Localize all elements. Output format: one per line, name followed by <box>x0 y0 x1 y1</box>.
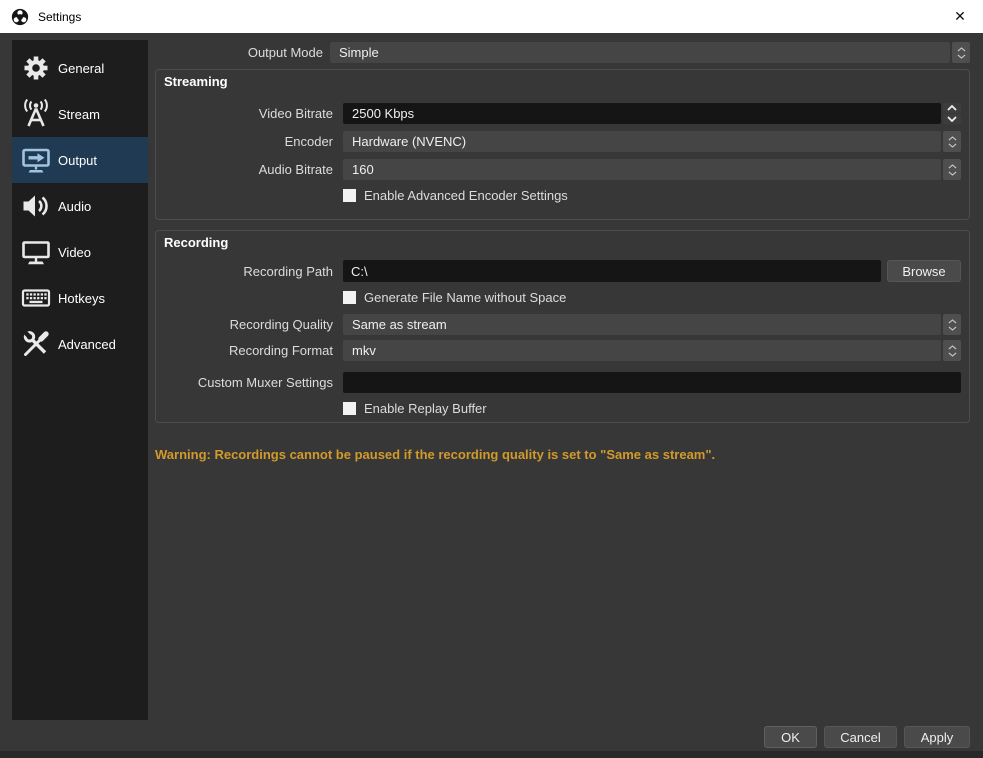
recording-format-label: Recording Format <box>164 343 333 358</box>
sidebar-item-general[interactable]: General <box>12 45 148 91</box>
custom-muxer-label: Custom Muxer Settings <box>164 375 333 390</box>
replay-buffer-checkbox[interactable] <box>343 402 356 415</box>
cancel-button[interactable]: Cancel <box>824 726 897 748</box>
recording-quality-label: Recording Quality <box>164 317 333 332</box>
chevron-updown-icon[interactable] <box>943 131 961 152</box>
settings-window: Settings ✕ General <box>0 0 983 758</box>
ok-button[interactable]: OK <box>764 726 817 748</box>
recording-quality-row: Recording Quality Same as stream <box>164 314 961 335</box>
titlebar: Settings ✕ <box>0 0 983 33</box>
no-space-checkbox-label: Generate File Name without Space <box>364 290 566 305</box>
output-mode-row: Output Mode Simple <box>155 42 970 63</box>
browse-button[interactable]: Browse <box>887 260 961 282</box>
output-mode-label: Output Mode <box>155 45 323 60</box>
recording-quality-select[interactable]: Same as stream <box>343 314 961 335</box>
replay-buffer-checkbox-label: Enable Replay Buffer <box>364 401 487 416</box>
audio-bitrate-select[interactable]: 160 <box>343 159 961 180</box>
video-bitrate-value: 2500 Kbps <box>343 103 941 124</box>
recording-path-label: Recording Path <box>164 264 333 279</box>
output-mode-value: Simple <box>330 42 950 63</box>
video-bitrate-spin-buttons <box>943 103 961 124</box>
audio-bitrate-row: Audio Bitrate 160 <box>164 159 961 180</box>
video-bitrate-label: Video Bitrate <box>164 106 333 121</box>
dialog-buttons: OK Cancel Apply <box>764 726 970 748</box>
monitor-icon <box>20 236 52 268</box>
audio-bitrate-value: 160 <box>343 159 941 180</box>
chevron-updown-icon[interactable] <box>943 340 961 361</box>
sidebar-item-label: Audio <box>58 199 91 214</box>
recording-group-title: Recording <box>164 235 961 251</box>
gear-icon <box>20 52 52 84</box>
sidebar-item-stream[interactable]: Stream <box>12 91 148 137</box>
settings-sidebar: General Stream <box>12 40 148 720</box>
advanced-encoder-checkbox[interactable] <box>343 189 356 202</box>
speaker-icon <box>20 190 52 222</box>
custom-muxer-input[interactable] <box>343 372 961 393</box>
sidebar-item-hotkeys[interactable]: Hotkeys <box>12 275 148 321</box>
video-bitrate-spinbox[interactable]: 2500 Kbps <box>343 103 961 124</box>
recording-path-row: Recording Path Browse <box>164 260 961 282</box>
encoder-value: Hardware (NVENC) <box>343 131 941 152</box>
recording-format-row: Recording Format mkv <box>164 340 961 361</box>
no-space-checkbox-row: Generate File Name without Space <box>343 290 961 305</box>
encoder-select[interactable]: Hardware (NVENC) <box>343 131 961 152</box>
encoder-row: Encoder Hardware (NVENC) <box>164 131 961 152</box>
window-bottom-edge <box>0 751 983 758</box>
video-bitrate-row: Video Bitrate 2500 Kbps <box>164 103 961 124</box>
output-mode-select[interactable]: Simple <box>330 42 970 63</box>
advanced-encoder-checkbox-row: Enable Advanced Encoder Settings <box>343 188 961 203</box>
sidebar-item-video[interactable]: Video <box>12 229 148 275</box>
keyboard-icon <box>20 282 52 314</box>
recording-format-select[interactable]: mkv <box>343 340 961 361</box>
no-space-checkbox[interactable] <box>343 291 356 304</box>
window-title: Settings <box>38 10 81 24</box>
obs-logo-icon <box>11 8 29 26</box>
sidebar-item-advanced[interactable]: Advanced <box>12 321 148 367</box>
replay-buffer-checkbox-row: Enable Replay Buffer <box>343 401 961 416</box>
close-icon[interactable]: ✕ <box>937 0 983 32</box>
audio-bitrate-label: Audio Bitrate <box>164 162 333 177</box>
sidebar-item-label: Output <box>58 153 97 168</box>
custom-muxer-row: Custom Muxer Settings <box>164 372 961 393</box>
streaming-group-title: Streaming <box>164 74 961 90</box>
sidebar-item-label: Advanced <box>58 337 116 352</box>
advanced-encoder-checkbox-label: Enable Advanced Encoder Settings <box>364 188 568 203</box>
tools-icon <box>20 328 52 360</box>
broadcast-icon <box>20 98 52 130</box>
apply-button[interactable]: Apply <box>904 726 970 748</box>
chevron-updown-icon[interactable] <box>943 159 961 180</box>
output-settings-panel: Output Mode Simple Streaming Video Bitra… <box>155 32 970 462</box>
sidebar-item-audio[interactable]: Audio <box>12 183 148 229</box>
recording-path-input[interactable] <box>343 260 881 282</box>
recording-pause-warning: Warning: Recordings cannot be paused if … <box>155 447 970 462</box>
chevron-updown-icon[interactable] <box>943 314 961 335</box>
encoder-label: Encoder <box>164 134 333 149</box>
output-monitor-icon <box>20 144 52 176</box>
sidebar-item-label: General <box>58 61 104 76</box>
recording-format-value: mkv <box>343 340 941 361</box>
sidebar-item-label: Hotkeys <box>58 291 105 306</box>
spin-down-icon[interactable] <box>943 114 961 124</box>
recording-quality-value: Same as stream <box>343 314 941 335</box>
sidebar-item-label: Stream <box>58 107 100 122</box>
spin-up-icon[interactable] <box>943 103 961 113</box>
recording-group: Recording Recording Path Browse Generate… <box>155 230 970 423</box>
sidebar-item-label: Video <box>58 245 91 260</box>
streaming-group: Streaming Video Bitrate 2500 Kbps <box>155 69 970 220</box>
chevron-updown-icon[interactable] <box>952 42 970 63</box>
sidebar-item-output[interactable]: Output <box>12 137 148 183</box>
